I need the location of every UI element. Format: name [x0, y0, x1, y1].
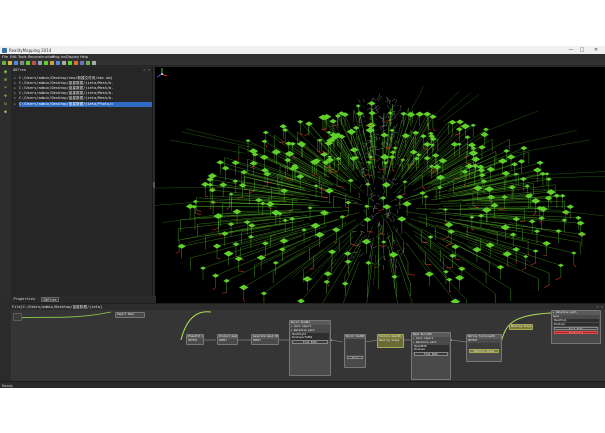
node-graph-panel: File[C:/Users/admin/Desktop/蓝星数据/jieta] …: [11, 303, 605, 381]
status-bar: Ready: [0, 381, 605, 388]
search-tool-icon[interactable]: ⌕: [2, 85, 9, 91]
pan-tool-icon[interactable]: ✥: [2, 93, 9, 99]
rendering-button[interactable]: Rendering: [554, 330, 598, 335]
tree-item-selected[interactable]: C:/Users/admin/Desktop/蓝星数据/jieta/Photo/…: [19, 102, 152, 107]
tree-item[interactable]: C:/Users/admin/Desktop/蓝星数据/jieta/Mesh/b…: [19, 96, 152, 101]
select-tool-icon[interactable]: ◉: [2, 69, 9, 75]
close-button[interactable]: ✕: [592, 47, 600, 54]
chevron-right-icon[interactable]: ▸: [14, 102, 18, 107]
menu-plugins[interactable]: Plug-Ins: [52, 55, 66, 59]
render-icon[interactable]: [74, 61, 78, 65]
refine-textures-node[interactable]: Refine Textures3D OUTPUT Meshing Stage: [466, 334, 502, 362]
delete-icon[interactable]: [32, 61, 36, 65]
node-graph-canvas[interactable]: Import Mesh PlaneFit mesh OUTPUT Project…: [11, 310, 605, 382]
app-window: RealityMapping 2014 — □ ✕ File Edit Tool…: [0, 46, 605, 388]
db-tree-panel: DBTree ▫ ✕ ▸ C:/Users/admin/Desktop/new/…: [11, 67, 153, 297]
menu-file[interactable]: File: [2, 55, 8, 59]
3d-viewport[interactable]: [155, 67, 605, 303]
generate-mesh-node[interactable]: Generate mesh 3DOG INPUT: [251, 334, 279, 345]
new-file-icon[interactable]: [2, 61, 6, 65]
axis-gizmo-icon: [156, 68, 168, 78]
mesh-build-node[interactable]: Mesh Build3D ▸ Auto import ▸ Relative pa…: [411, 332, 451, 380]
meshing-stage-node[interactable]: Meshing Stage: [509, 324, 533, 330]
node-title: Meshing Stage: [510, 325, 532, 329]
grid-icon[interactable]: [56, 61, 60, 65]
camera-icon[interactable]: [44, 61, 48, 65]
node-port-label: INPUT: [219, 339, 227, 342]
minimize-button[interactable]: —: [567, 47, 575, 54]
build-texobj-done-node[interactable]: Build TexOBJ Done: [344, 334, 366, 368]
mesh-icon[interactable]: [26, 61, 30, 65]
maximize-button[interactable]: □: [578, 47, 586, 54]
import-mesh-node[interactable]: Import Mesh: [115, 312, 145, 318]
node-preview: [346, 339, 364, 356]
planefit-mesh-node[interactable]: PlaneFit mesh OUTPUT: [186, 334, 204, 345]
settings-icon[interactable]: [62, 61, 66, 65]
texture-icon[interactable]: [50, 61, 54, 65]
menu-help[interactable]: Help: [80, 55, 88, 59]
zoom-tool-icon[interactable]: ⊕: [2, 77, 9, 83]
window-title: RealityMapping 2014: [9, 47, 52, 53]
node-title: Import Mesh: [116, 313, 144, 317]
node-port-label: INPUT: [253, 339, 261, 342]
db-tree-panel-controls[interactable]: ▫ ✕: [144, 68, 151, 72]
node-stage-label: Meshing Stage: [379, 339, 400, 342]
open-folder-icon[interactable]: [8, 61, 12, 65]
point-cloud-icon[interactable]: [38, 61, 42, 65]
menu-reconstruction[interactable]: Reconstruction: [28, 55, 54, 59]
status-text: Ready: [2, 383, 13, 388]
find-path-button[interactable]: Find Path: [292, 340, 328, 344]
chevron-right-icon[interactable]: ▸: [14, 96, 18, 101]
meshing-stage-button[interactable]: Meshing Stage: [469, 349, 499, 353]
tab-dbtree[interactable]: DBTree: [41, 297, 59, 302]
menu-edit[interactable]: Edit: [10, 55, 17, 59]
texture-mesh-node[interactable]: Texture mesh3D Meshing Stage: [377, 334, 404, 348]
node-title: Build TexOBJ: [345, 335, 365, 339]
tab-properties[interactable]: Properties: [12, 297, 37, 302]
app-logo-icon: [2, 47, 7, 53]
rotate-tool-icon[interactable]: ↻: [2, 101, 9, 107]
import-icon[interactable]: [20, 61, 24, 65]
play-icon[interactable]: [68, 61, 72, 65]
output-path-node[interactable]: ▸ Relative path Save MeshHigh Windows Fi…: [551, 310, 601, 344]
graph-panel-controls[interactable]: ▫ ✕: [597, 305, 604, 309]
measure-tool-icon[interactable]: ◆: [2, 109, 9, 115]
toolbar: [0, 60, 605, 66]
panel-tabs: Properties DBTree: [11, 296, 156, 303]
find-path-button[interactable]: Find Path: [414, 352, 448, 356]
tool-strip: ◉ ⊕ ⌕ ✥ ↻ ◆: [0, 67, 11, 297]
build-texobj-node[interactable]: Build TexOBJ ▸ Auto import ▸ Relative pa…: [289, 320, 331, 376]
menu-tools[interactable]: Tools: [18, 55, 27, 59]
db-tree-title: DBTree: [13, 68, 26, 72]
done-button[interactable]: Done: [347, 355, 363, 360]
node-port-label: OUTPUT: [188, 339, 198, 342]
3d-scene-canvas[interactable]: [155, 67, 605, 303]
menu-display[interactable]: Display: [66, 55, 79, 59]
graph-thumbnail[interactable]: [13, 313, 22, 321]
save-icon[interactable]: [14, 61, 18, 65]
export-icon[interactable]: [86, 61, 90, 65]
project-mesh-node[interactable]: Project mesh INPUT: [217, 334, 238, 345]
node-preview: [468, 342, 500, 349]
layers-icon[interactable]: [80, 61, 84, 65]
info-icon[interactable]: [92, 61, 96, 65]
title-bar: RealityMapping 2014 — □ ✕: [0, 46, 605, 54]
camera-frustum-cloud: [155, 86, 605, 303]
